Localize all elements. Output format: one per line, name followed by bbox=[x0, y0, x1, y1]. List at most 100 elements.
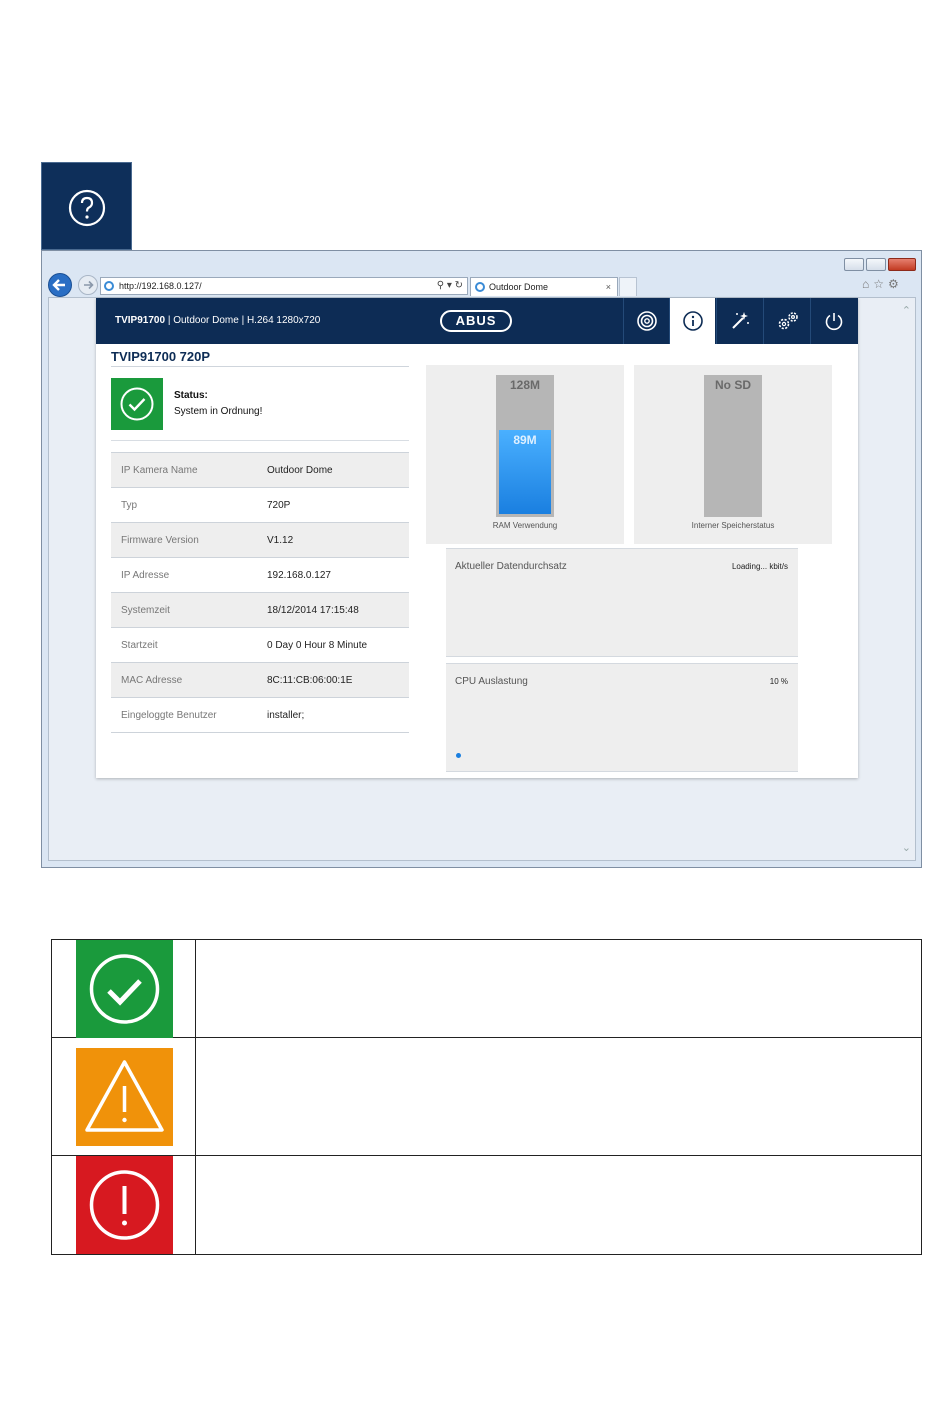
close-window-button[interactable] bbox=[888, 258, 916, 271]
legend-ok-tile bbox=[76, 940, 173, 1038]
ram-max-label: 128M bbox=[509, 378, 541, 392]
info-row: Startzeit 0 Day 0 Hour 8 Minute bbox=[111, 627, 409, 663]
browser-tab[interactable]: Outdoor Dome × bbox=[470, 277, 618, 296]
info-key: Typ bbox=[111, 487, 267, 523]
device-info-table: IP Kamera Name Outdoor Dome Typ 720P Firmwar… bbox=[111, 452, 409, 733]
legend-icon-cell bbox=[52, 1038, 196, 1155]
nav-settings-button[interactable] bbox=[763, 298, 809, 344]
cpu-graph-point bbox=[456, 753, 461, 758]
device-title: TVIP91700 720P bbox=[111, 349, 211, 364]
info-key: Firmware Version bbox=[111, 522, 267, 558]
ram-used-label: 89M bbox=[513, 433, 537, 447]
arrow-left-icon bbox=[52, 279, 65, 291]
browser-viewport: ⌃ ⌄ TVIP91700 | Outdoor Dome | H.264 128… bbox=[48, 297, 916, 861]
new-tab-button[interactable] bbox=[619, 277, 637, 296]
throughput-label: Aktueller Datendurchsatz bbox=[455, 561, 567, 572]
maximize-button[interactable] bbox=[866, 258, 886, 271]
address-bar[interactable]: http://192.168.0.127/ ⚲ ▾ ↻ bbox=[100, 277, 468, 295]
legend-icon-cell bbox=[52, 1156, 196, 1254]
legend-row-ok bbox=[52, 940, 921, 1038]
error-circle-icon bbox=[89, 1170, 160, 1240]
cpu-value: 10 % bbox=[769, 677, 788, 686]
info-value: 720P bbox=[267, 487, 409, 523]
status-divider bbox=[111, 440, 409, 441]
tab-ie-icon bbox=[475, 282, 485, 292]
info-row: IP Kamera Name Outdoor Dome bbox=[111, 452, 409, 488]
gears-icon bbox=[778, 312, 798, 330]
camera-app: TVIP91700 | Outdoor Dome | H.264 1280x72… bbox=[96, 298, 858, 778]
ram-gauge-bar: 128M 89M bbox=[496, 375, 554, 517]
info-row: MAC Adresse 8C:11:CB:06:00:1E bbox=[111, 662, 409, 698]
search-refresh-icon[interactable]: ⚲ ▾ ↻ bbox=[437, 278, 463, 294]
legend-error-tile bbox=[76, 1156, 173, 1254]
help-icon bbox=[68, 189, 106, 227]
info-icon bbox=[683, 311, 703, 331]
info-key: IP Kamera Name bbox=[111, 452, 267, 488]
title-divider bbox=[111, 366, 409, 367]
status-text: System in Ordnung! bbox=[174, 406, 263, 417]
info-value: Outdoor Dome bbox=[267, 452, 409, 488]
info-value: 8C:11:CB:06:00:1E bbox=[267, 662, 409, 698]
info-value: 18/12/2014 17:15:48 bbox=[267, 592, 409, 628]
check-circle-icon bbox=[89, 954, 160, 1024]
ram-gauge-fill: 89M bbox=[499, 430, 551, 514]
info-value: installer; bbox=[267, 697, 409, 733]
throughput-panel: Aktueller Datendurchsatz Loading... kbit… bbox=[446, 548, 798, 657]
ie-icon bbox=[104, 281, 114, 291]
abus-logo: ABUS bbox=[440, 310, 512, 332]
info-value: 192.168.0.127 bbox=[267, 557, 409, 593]
info-key: IP Adresse bbox=[111, 557, 267, 593]
storage-gauge-panel: No SD Interner Speicherstatus bbox=[634, 365, 832, 544]
storage-caption: Interner Speicherstatus bbox=[691, 521, 775, 530]
ram-caption: RAM Verwendung bbox=[492, 521, 558, 530]
info-value: V1.12 bbox=[267, 522, 409, 558]
status-legend-table bbox=[51, 939, 922, 1255]
storage-gauge-bar: No SD bbox=[704, 375, 762, 517]
home-favorites-settings-icon[interactable]: ⌂☆⚙ bbox=[862, 277, 916, 293]
info-value: 0 Day 0 Hour 8 Minute bbox=[267, 627, 409, 663]
info-key: Eingeloggte Benutzer bbox=[111, 697, 267, 733]
cpu-panel: CPU Auslastung 10 % bbox=[446, 663, 798, 772]
status-label: Status: bbox=[174, 390, 208, 401]
tab-title: Outdoor Dome bbox=[489, 282, 549, 292]
address-url: http://192.168.0.127/ bbox=[119, 281, 202, 291]
back-button[interactable] bbox=[48, 273, 72, 297]
scroll-down-icon[interactable]: ⌄ bbox=[902, 841, 911, 854]
nav-info-button[interactable] bbox=[669, 298, 715, 344]
warning-triangle-icon bbox=[85, 1060, 164, 1132]
storage-max-label: No SD bbox=[715, 378, 751, 392]
power-icon bbox=[825, 313, 843, 331]
legend-row-error bbox=[52, 1156, 921, 1254]
arrow-right-icon bbox=[84, 280, 94, 290]
nav-wizard-button[interactable] bbox=[716, 298, 762, 344]
ram-gauge-panel: 128M 89M RAM Verwendung bbox=[426, 365, 624, 544]
magic-wand-icon bbox=[732, 312, 749, 329]
info-key: Startzeit bbox=[111, 627, 267, 663]
tab-close-icon[interactable]: × bbox=[606, 278, 611, 296]
info-row: Systemzeit 18/12/2014 17:15:48 bbox=[111, 592, 409, 628]
legend-icon-cell bbox=[52, 940, 196, 1038]
header-title: TVIP91700 | Outdoor Dome | H.264 1280x72… bbox=[115, 298, 320, 344]
legend-warning-tile bbox=[76, 1048, 173, 1146]
browser-window: http://192.168.0.127/ ⚲ ▾ ↻ Outdoor Dome… bbox=[41, 250, 922, 868]
header-details: | Outdoor Dome | H.264 1280x720 bbox=[165, 315, 321, 326]
forward-button[interactable] bbox=[78, 275, 98, 295]
check-circle-icon bbox=[120, 387, 154, 421]
cpu-label: CPU Auslastung bbox=[455, 676, 528, 687]
info-row: Eingeloggte Benutzer installer; bbox=[111, 697, 409, 733]
help-icon-tile bbox=[41, 162, 132, 250]
scroll-up-icon[interactable]: ⌃ bbox=[902, 304, 911, 317]
app-header: TVIP91700 | Outdoor Dome | H.264 1280x72… bbox=[96, 298, 858, 344]
legend-row-warning bbox=[52, 1038, 921, 1156]
info-key: Systemzeit bbox=[111, 592, 267, 628]
info-row: Typ 720P bbox=[111, 487, 409, 523]
nav-live-view-button[interactable] bbox=[623, 298, 669, 344]
nav-logout-button[interactable] bbox=[810, 298, 856, 344]
header-model: TVIP91700 bbox=[115, 315, 166, 326]
info-row: Firmware Version V1.12 bbox=[111, 522, 409, 558]
info-row: IP Adresse 192.168.0.127 bbox=[111, 557, 409, 593]
info-key: MAC Adresse bbox=[111, 662, 267, 698]
camera-lens-icon bbox=[637, 311, 657, 331]
minimize-button[interactable] bbox=[844, 258, 864, 271]
status-ok-tile bbox=[111, 378, 163, 430]
